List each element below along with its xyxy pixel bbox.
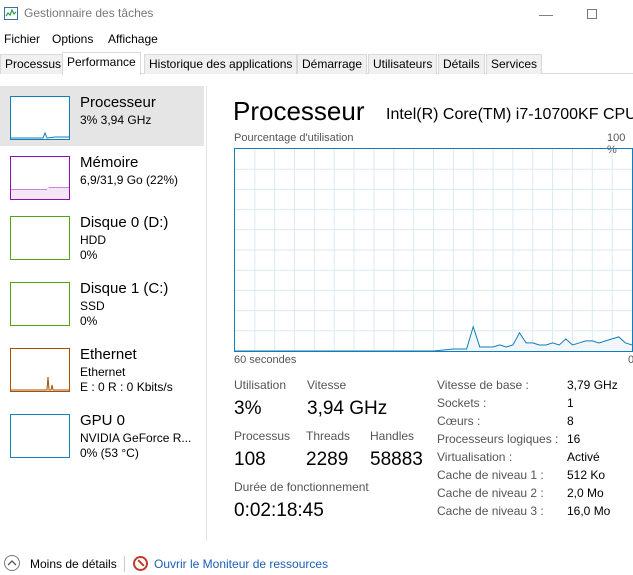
tab-bar: Processus Performance Historique des app… — [0, 52, 633, 75]
chart-time-label: 60 secondes — [234, 354, 297, 366]
sidebar-item-detail: HDD — [80, 233, 106, 247]
tab-performance[interactable]: Performance — [62, 52, 141, 75]
sidebar-item-disque-0[interactable]: Disque 0 (D:) HDD 0% — [0, 210, 204, 270]
sidebar-item-detail: 6,9/31,9 Go (22%) — [80, 173, 179, 187]
less-details-button[interactable]: Moins de détails — [30, 557, 117, 571]
sidebar-item-processeur[interactable]: Processeur 3% 3,94 GHz — [0, 86, 204, 146]
sidebar-item-detail: SSD — [80, 299, 105, 313]
title-bar: Gestionnaire des tâches — — [0, 0, 633, 28]
spec-value: 3,79 GHz — [567, 378, 618, 392]
sidebar-item-title: Disque 0 (D:) — [80, 214, 169, 231]
chevron-up-icon[interactable] — [4, 555, 20, 571]
threads-label: Threads — [306, 429, 351, 443]
maximize-icon — [587, 9, 597, 19]
resource-monitor-icon[interactable] — [133, 556, 148, 571]
sidebar-item-title: Mémoire — [80, 154, 139, 171]
resource-monitor-link[interactable]: Ouvrir le Moniteur de ressources — [154, 557, 328, 571]
menu-options[interactable]: Options — [52, 32, 93, 46]
footer-divider — [124, 556, 125, 572]
uptime-label: Durée de fonctionnement — [234, 480, 369, 494]
processus-label: Processus — [234, 429, 291, 443]
gpu-0-thumbnail — [10, 414, 70, 458]
sidebar-item-usage: 0% — [80, 314, 98, 328]
spec-value: 2,0 Mo — [567, 486, 604, 500]
processeur-thumbnail — [10, 96, 70, 140]
chart-label: Pourcentage d'utilisation — [234, 132, 354, 144]
utilisation-label: Utilisation — [234, 378, 287, 392]
threads-value: 2289 — [306, 449, 349, 470]
sidebar-item-disque-1[interactable]: Disque 1 (C:) SSD 0% — [0, 276, 204, 336]
disque-0-thumbnail — [10, 216, 70, 260]
sidebar-item-detail: Ethernet — [80, 365, 126, 379]
window-title: Gestionnaire des tâches — [24, 6, 154, 20]
processus-value: 108 — [234, 449, 266, 470]
maximize-button[interactable] — [582, 4, 602, 24]
spec-key: Sockets : — [437, 396, 487, 410]
menu-affichage[interactable]: Affichage — [108, 32, 158, 46]
sidebar-item-title: Processeur — [80, 94, 156, 111]
spec-key: Cœurs : — [437, 414, 481, 428]
spec-value: 512 Ko — [567, 468, 606, 482]
spec-value: 8 — [567, 414, 574, 428]
spec-key: Cache de niveau 2 : — [437, 486, 544, 500]
memoire-thumbnail — [10, 156, 70, 200]
sidebar-item-memoire[interactable]: Mémoire 6,9/31,9 Go (22%) — [0, 148, 204, 208]
spec-value: 1 — [567, 396, 574, 410]
spec-value: 16,0 Mo — [567, 504, 611, 518]
uptime-value: 0:02:18:45 — [234, 500, 324, 521]
spec-key: Vitesse de base : — [437, 378, 529, 392]
menu-fichier[interactable]: Fichier — [4, 32, 40, 46]
tab-demarrage[interactable]: Démarrage — [297, 54, 368, 74]
cpu-usage-chart — [234, 148, 633, 352]
sidebar-item-title: Ethernet — [80, 346, 137, 363]
ethernet-thumbnail — [10, 348, 70, 392]
minimize-icon: — — [539, 6, 553, 22]
tab-historique[interactable]: Historique des applications — [144, 54, 298, 74]
spec-key: Virtualisation : — [437, 450, 513, 464]
sidebar-item-title: GPU 0 — [80, 412, 126, 429]
handles-value: 58883 — [370, 449, 423, 470]
spec-key: Cache de niveau 3 : — [437, 504, 544, 518]
vitesse-label: Vitesse — [307, 378, 347, 392]
tab-services[interactable]: Services — [486, 54, 543, 74]
minimize-button[interactable]: — — [536, 4, 556, 24]
cpu-model-name: Intel(R) Core(TM) i7-10700KF CPU @ 3.80G… — [386, 106, 633, 123]
cpu-usage-plot — [235, 149, 632, 351]
spec-value: Activé — [567, 450, 600, 464]
spec-value: 16 — [567, 432, 581, 446]
tab-processus[interactable]: Processus — [0, 54, 67, 74]
task-manager-icon — [4, 7, 18, 20]
handles-label: Handles — [370, 429, 415, 443]
footer-bar: Moins de détails Ouvrir le Moniteur de r… — [0, 552, 633, 575]
spec-key: Processeurs logiques : — [437, 432, 559, 446]
tab-details[interactable]: Détails — [438, 54, 485, 74]
sidebar-item-detail: NVIDIA GeForce R... — [80, 431, 192, 445]
resource-sidebar: Processeur 3% 3,94 GHz Mémoire 6,9/31,9 … — [0, 86, 207, 541]
utilisation-value: 3% — [234, 398, 262, 419]
sidebar-item-ethernet[interactable]: Ethernet Ethernet E : 0 R : 0 Kbits/s — [0, 342, 204, 402]
sidebar-item-usage: 0% — [80, 248, 98, 262]
vitesse-value: 3,94 GHz — [307, 398, 388, 419]
spec-key: Cache de niveau 1 : — [437, 468, 544, 482]
tab-utilisateurs[interactable]: Utilisateurs — [368, 54, 438, 74]
sidebar-item-gpu-0[interactable]: GPU 0 NVIDIA GeForce R... 0% (53 °C) — [0, 408, 204, 468]
sidebar-item-detail: 3% 3,94 GHz — [80, 113, 152, 127]
sidebar-item-title: Disque 1 (C:) — [80, 280, 169, 297]
sidebar-item-usage: E : 0 R : 0 Kbits/s — [80, 380, 173, 394]
page-title: Processeur — [233, 96, 365, 126]
disque-1-thumbnail — [10, 282, 70, 326]
chart-zero-label: 0 — [628, 354, 633, 366]
sidebar-item-usage: 0% (53 °C) — [80, 446, 139, 460]
